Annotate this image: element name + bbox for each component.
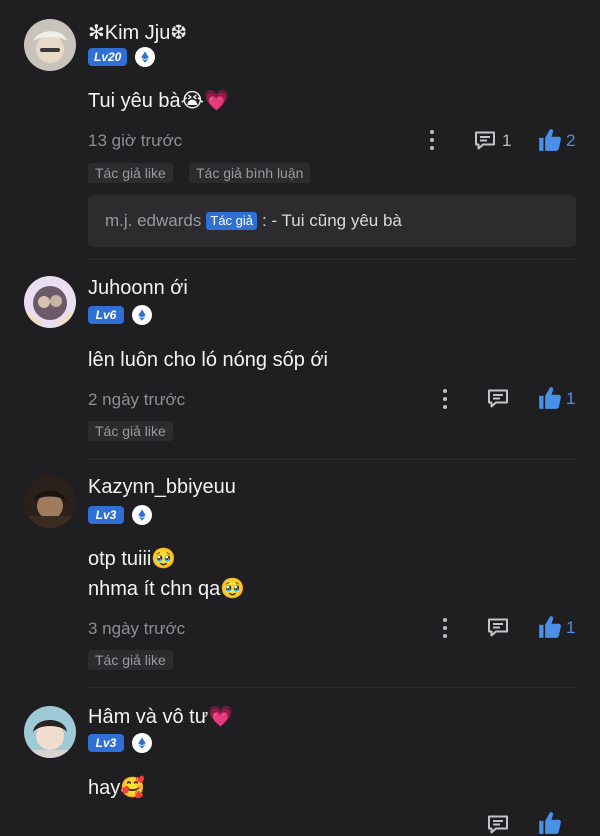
- tag-author-liked: Tác giả like: [88, 421, 173, 441]
- author-reply[interactable]: m.j. edwards Tác giả : - Tui cũng yêu bà: [88, 195, 576, 247]
- reply-icon[interactable]: [486, 386, 510, 410]
- level-row: Lv3: [88, 733, 152, 753]
- comment-item: ✻Kim Jju❆ Lv20 Tui yêu bà😭💗 13 giờ trước…: [0, 0, 600, 260]
- comment-text: lên luôn cho ló nóng sốp ới: [88, 345, 328, 375]
- timestamp: 2 ngày trước: [88, 390, 186, 409]
- eth-badge-icon: [132, 305, 152, 325]
- level-badge: Lv20: [88, 48, 128, 66]
- like-icon[interactable]: [537, 810, 563, 836]
- reply-text: : - Tui cũng yêu bà: [262, 211, 402, 230]
- level-row: Lv3: [88, 505, 152, 525]
- comment-item: Juhoonn ới Lv6 lên luôn cho ló nóng sốp …: [0, 260, 600, 460]
- comment-line: lên luôn cho ló nóng sốp ới: [88, 349, 328, 371]
- comment-text: otp tuiii🥹 nhma ít chn qa🥹: [88, 544, 245, 604]
- username[interactable]: Kazynn_bbiyeuu: [88, 476, 236, 499]
- more-options-icon[interactable]: [439, 616, 451, 640]
- avatar[interactable]: [24, 276, 76, 328]
- reply-count: 1: [502, 131, 512, 150]
- level-badge: Lv6: [88, 306, 124, 324]
- comment-item: Hâm và vô tư💗 Lv3 hay🥰: [0, 688, 600, 822]
- level-row: Lv6: [88, 305, 152, 325]
- like-count: 1: [566, 389, 576, 408]
- like-count: 1: [566, 618, 576, 637]
- timestamp: 13 giờ trước: [88, 131, 183, 150]
- timestamp: 3 ngày trước: [88, 619, 186, 638]
- eth-badge-icon: [135, 47, 156, 67]
- avatar[interactable]: [24, 476, 76, 528]
- avatar[interactable]: [24, 19, 76, 71]
- comment-line: hay🥰: [88, 777, 146, 799]
- reply-icon[interactable]: [486, 812, 510, 836]
- tag-author-liked: Tác giả like: [88, 650, 173, 670]
- more-options-icon[interactable]: [426, 128, 438, 152]
- reply-icon[interactable]: [486, 615, 510, 639]
- like-icon[interactable]: [537, 614, 563, 640]
- comment-line: otp tuiii🥹: [88, 548, 177, 570]
- author-badge: Tác giả: [206, 212, 258, 230]
- level-row: Lv20: [88, 47, 156, 67]
- username[interactable]: Juhoonn ới: [88, 277, 188, 300]
- reply-icon[interactable]: [473, 128, 497, 152]
- level-badge: Lv3: [88, 506, 124, 524]
- comment-line: nhma ít chn qa🥹: [88, 578, 246, 600]
- like-count: 2: [566, 131, 576, 150]
- eth-badge-icon: [132, 505, 152, 525]
- username[interactable]: Hâm và vô tư💗: [88, 704, 233, 729]
- like-icon[interactable]: [537, 385, 563, 411]
- reply-author-name[interactable]: m.j. edwards: [105, 211, 201, 231]
- like-icon[interactable]: [537, 127, 563, 153]
- avatar[interactable]: [24, 706, 76, 758]
- comment-line: Tui yêu bà😭💗: [88, 90, 229, 112]
- level-badge: Lv3: [88, 734, 124, 752]
- comment-text: Tui yêu bà😭💗: [88, 86, 229, 116]
- tag-author-commented: Tác giả bình luận: [189, 163, 311, 183]
- tag-author-liked: Tác giả like: [88, 163, 173, 183]
- username[interactable]: ✻Kim Jju❆: [88, 20, 187, 45]
- comment-text: hay🥰: [88, 773, 145, 803]
- more-options-icon[interactable]: [439, 387, 451, 411]
- comment-item: Kazynn_bbiyeuu Lv3 otp tuiii🥹 nhma ít ch…: [0, 460, 600, 688]
- eth-badge-icon: [132, 733, 152, 753]
